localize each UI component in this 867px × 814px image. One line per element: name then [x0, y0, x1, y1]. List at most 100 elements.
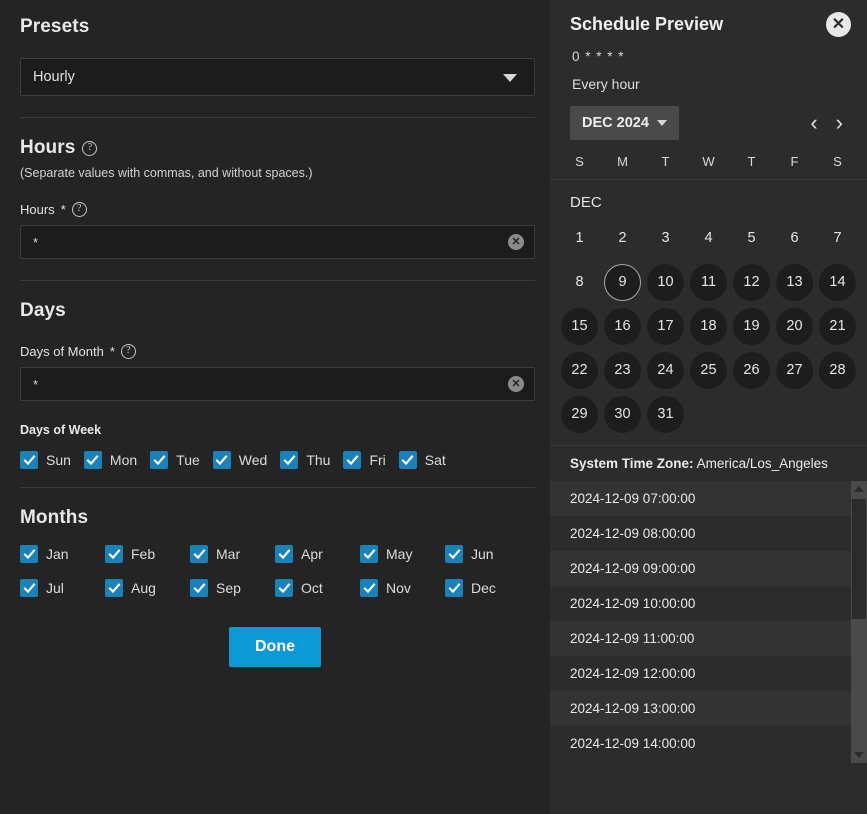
month-checkbox-jun[interactable]: Jun: [445, 545, 530, 563]
calendar-day-29[interactable]: 29: [561, 396, 598, 433]
checkbox-icon[interactable]: [213, 451, 231, 469]
calendar-day-9[interactable]: 9: [604, 264, 641, 301]
calendar-day-cell: 31: [644, 393, 687, 435]
month-checkbox-nov[interactable]: Nov: [360, 579, 445, 597]
clear-icon[interactable]: ✕: [508, 376, 524, 392]
calendar-day-23[interactable]: 23: [604, 352, 641, 389]
calendar-day-27[interactable]: 27: [776, 352, 813, 389]
checkbox-icon[interactable]: [105, 579, 123, 597]
checkbox-icon[interactable]: [105, 545, 123, 563]
calendar-day-31[interactable]: 31: [647, 396, 684, 433]
scrollbar[interactable]: [851, 481, 867, 763]
month-checkbox-mar[interactable]: Mar: [190, 545, 275, 563]
calendar-day-30[interactable]: 30: [604, 396, 641, 433]
checkbox-icon[interactable]: [20, 579, 38, 597]
checkbox-icon[interactable]: [280, 451, 298, 469]
calendar-day-2[interactable]: 2: [604, 220, 641, 257]
prev-month-button[interactable]: ‹: [808, 112, 819, 134]
checkbox-icon[interactable]: [20, 451, 38, 469]
day-of-week-checkbox-fri[interactable]: Fri: [343, 451, 398, 469]
calendar-day-13[interactable]: 13: [776, 264, 813, 301]
month-checkbox-apr[interactable]: Apr: [275, 545, 360, 563]
calendar-day-22[interactable]: 22: [561, 352, 598, 389]
day-of-week-checkbox-sun[interactable]: Sun: [20, 451, 84, 469]
clear-icon[interactable]: ✕: [508, 234, 524, 250]
day-of-week-checkbox-sat[interactable]: Sat: [399, 451, 459, 469]
preset-select[interactable]: Hourly: [20, 58, 535, 96]
checkbox-icon[interactable]: [275, 579, 293, 597]
help-icon[interactable]: ?: [82, 141, 97, 156]
checkbox-icon[interactable]: [190, 545, 208, 563]
day-of-week-checkbox-mon[interactable]: Mon: [84, 451, 150, 469]
month-checkbox-jan[interactable]: Jan: [20, 545, 105, 563]
calendar-day-19[interactable]: 19: [733, 308, 770, 345]
month-checkbox-dec[interactable]: Dec: [445, 579, 530, 597]
preset-select-wrapper: Hourly: [20, 58, 530, 96]
month-checkbox-sep[interactable]: Sep: [190, 579, 275, 597]
schedule-time-row: 2024-12-09 10:00:00: [550, 586, 867, 621]
checkbox-icon[interactable]: [445, 545, 463, 563]
checkbox-icon[interactable]: [275, 545, 293, 563]
calendar-day-cell: 25: [687, 349, 730, 391]
checkbox-icon[interactable]: [360, 545, 378, 563]
month-checkbox-feb[interactable]: Feb: [105, 545, 190, 563]
calendar-day-15[interactable]: 15: [561, 308, 598, 345]
calendar-day-16[interactable]: 16: [604, 308, 641, 345]
checkbox-icon[interactable]: [360, 579, 378, 597]
calendar-day-6[interactable]: 6: [776, 220, 813, 257]
calendar-day-17[interactable]: 17: [647, 308, 684, 345]
days-of-month-input[interactable]: * ✕: [20, 367, 535, 401]
next-month-button[interactable]: ›: [834, 112, 845, 134]
month-checkbox-jul[interactable]: Jul: [20, 579, 105, 597]
checkbox-icon[interactable]: [445, 579, 463, 597]
month-checkbox-oct[interactable]: Oct: [275, 579, 360, 597]
calendar-day-7[interactable]: 7: [819, 220, 856, 257]
done-button[interactable]: Done: [229, 627, 321, 667]
calendar-day-26[interactable]: 26: [733, 352, 770, 389]
calendar-day-14[interactable]: 14: [819, 264, 856, 301]
month-checkbox-may[interactable]: May: [360, 545, 445, 563]
hours-field-label-row: Hours * ?: [20, 202, 530, 217]
calendar-day-18[interactable]: 18: [690, 308, 727, 345]
checkbox-label: Aug: [131, 580, 156, 596]
help-icon[interactable]: ?: [72, 202, 87, 217]
checkbox-icon[interactable]: [150, 451, 168, 469]
checkbox-icon[interactable]: [190, 579, 208, 597]
calendar-day-25[interactable]: 25: [690, 352, 727, 389]
checkbox-icon[interactable]: [20, 545, 38, 563]
close-icon[interactable]: ✕: [826, 12, 851, 37]
done-button-wrapper: Done: [20, 627, 530, 667]
day-of-week-checkbox-tue[interactable]: Tue: [150, 451, 213, 469]
scroll-up-arrow-icon[interactable]: [851, 481, 867, 497]
calendar-day-21[interactable]: 21: [819, 308, 856, 345]
checkbox-icon[interactable]: [343, 451, 361, 469]
calendar-day-cell: 17: [644, 305, 687, 347]
chevron-down-icon: [503, 74, 517, 82]
weekday-header-row: SMTWTFS: [550, 140, 867, 180]
divider: [20, 487, 535, 488]
month-checkbox-aug[interactable]: Aug: [105, 579, 190, 597]
calendar-day-28[interactable]: 28: [819, 352, 856, 389]
calendar-grid: 1234567891011121314151617181920212223242…: [550, 211, 867, 435]
calendar-day-11[interactable]: 11: [690, 264, 727, 301]
day-of-week-checkbox-thu[interactable]: Thu: [280, 451, 343, 469]
calendar-day-5[interactable]: 5: [733, 220, 770, 257]
calendar-day-12[interactable]: 12: [733, 264, 770, 301]
calendar-day-cell: 21: [816, 305, 859, 347]
months-heading: Months: [20, 507, 530, 529]
day-of-week-checkbox-wed[interactable]: Wed: [213, 451, 281, 469]
calendar-day-24[interactable]: 24: [647, 352, 684, 389]
scroll-down-arrow-icon[interactable]: [851, 747, 867, 763]
month-picker-button[interactable]: DEC 2024: [570, 106, 679, 140]
checkbox-icon[interactable]: [399, 451, 417, 469]
help-icon[interactable]: ?: [121, 344, 136, 359]
hours-input[interactable]: * ✕: [20, 225, 535, 259]
checkbox-icon[interactable]: [84, 451, 102, 469]
calendar-day-8[interactable]: 8: [561, 264, 598, 301]
calendar-day-10[interactable]: 10: [647, 264, 684, 301]
calendar-day-1[interactable]: 1: [561, 220, 598, 257]
calendar-day-3[interactable]: 3: [647, 220, 684, 257]
calendar-day-4[interactable]: 4: [690, 220, 727, 257]
calendar-day-20[interactable]: 20: [776, 308, 813, 345]
scrollbar-thumb[interactable]: [852, 499, 866, 619]
